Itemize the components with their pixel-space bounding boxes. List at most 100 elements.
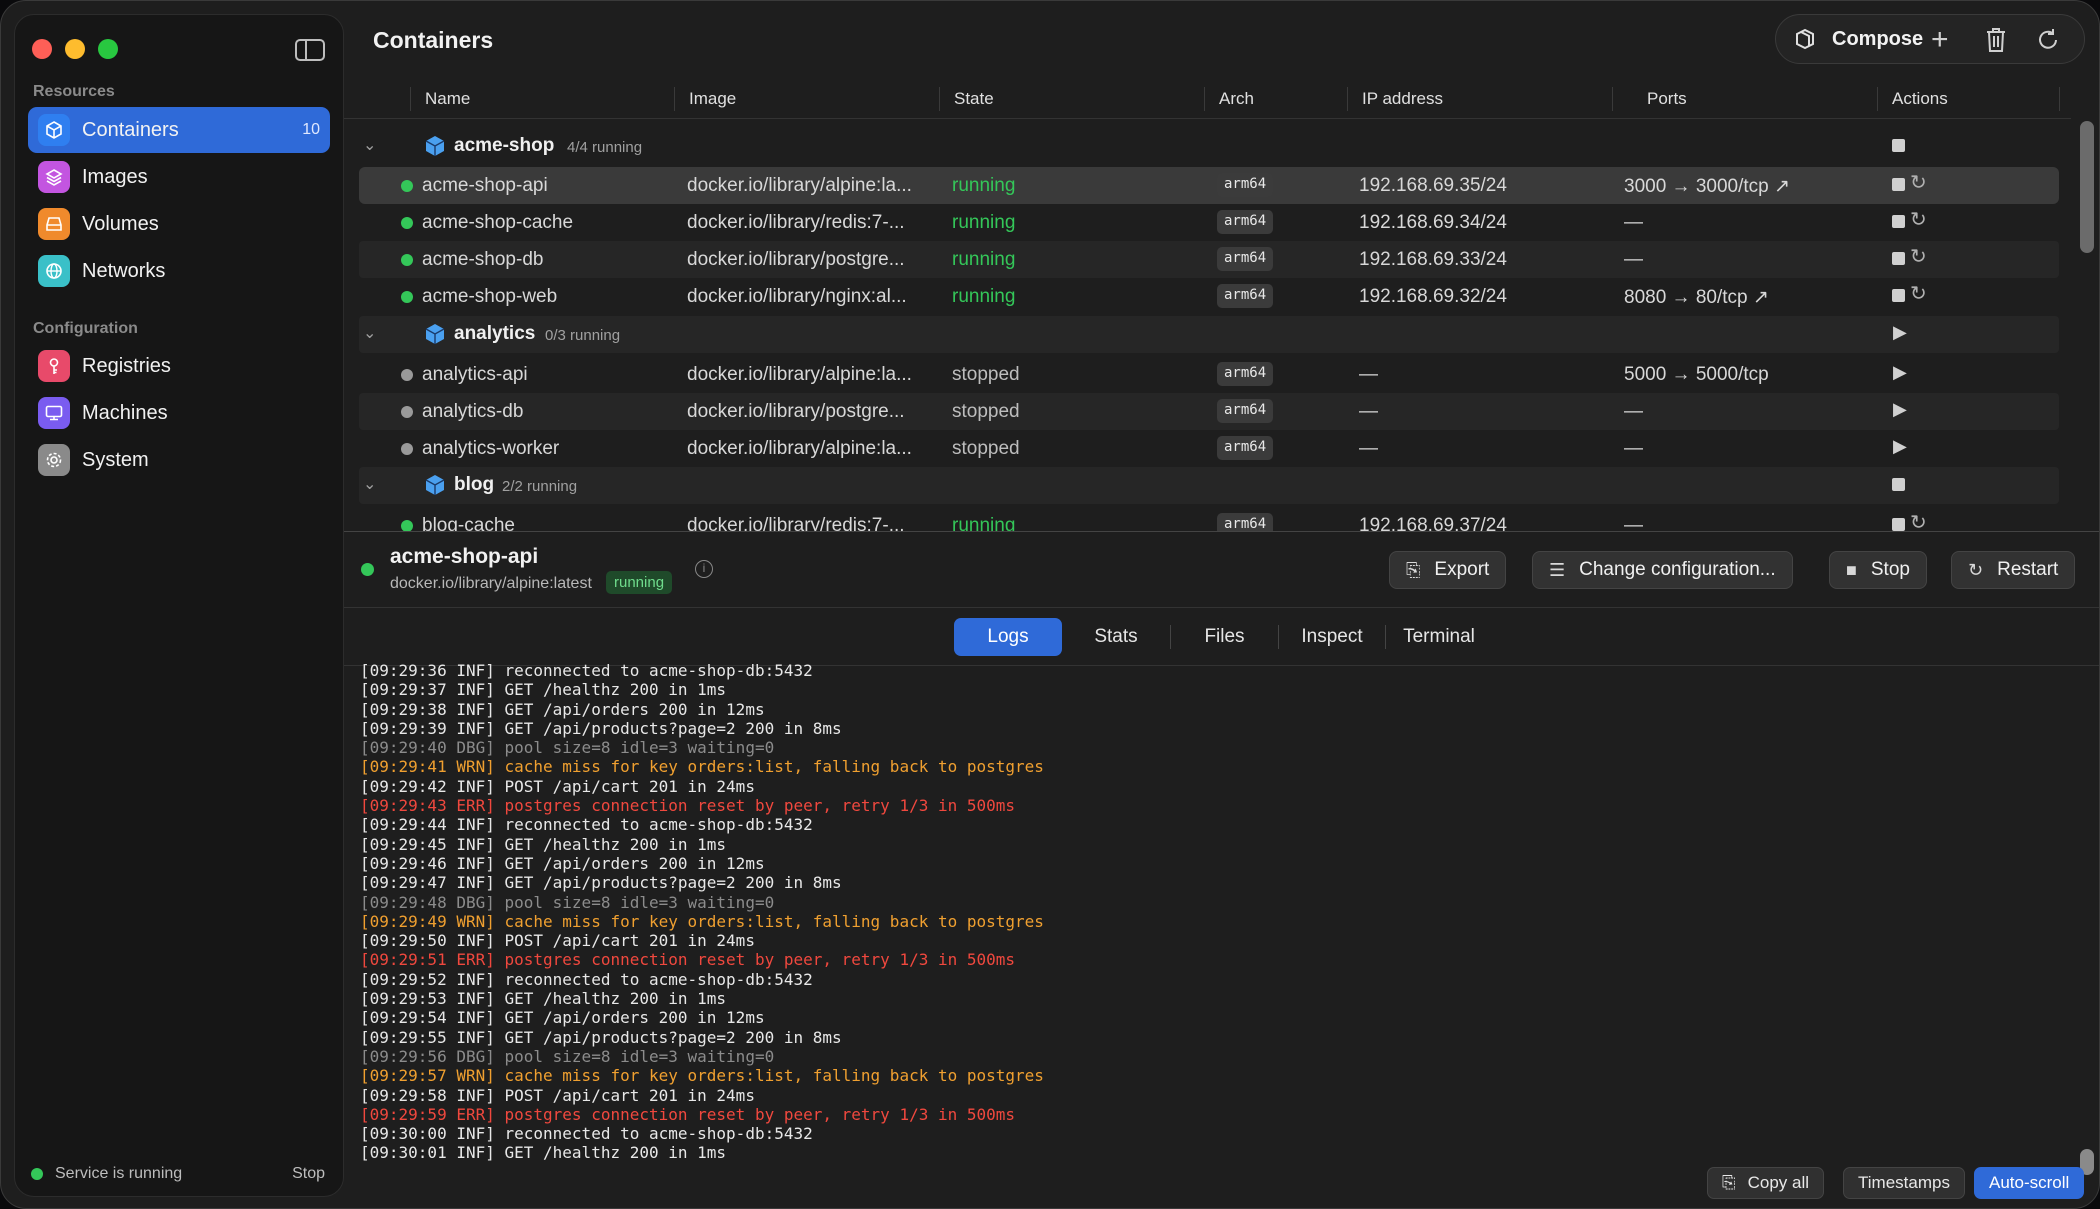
column-header-arch[interactable]: Arch xyxy=(1219,89,1254,109)
compose-button[interactable]: Compose xyxy=(1776,26,1923,52)
play-group-icon[interactable]: ▶ xyxy=(1893,322,1907,343)
container-ports: — xyxy=(1624,212,1643,233)
column-header-name[interactable]: Name xyxy=(425,89,470,109)
zoom-window-button[interactable] xyxy=(98,39,118,59)
group-row-analytics[interactable]: ⌄ analytics 0/3 running ▶ xyxy=(359,316,2059,353)
play-icon[interactable]: ▶ xyxy=(1893,436,1907,457)
stop-button[interactable]: ■ Stop xyxy=(1829,551,1927,589)
drive-icon xyxy=(38,208,70,240)
restart-icon[interactable]: ↻ xyxy=(1910,510,1927,531)
sidebar-toggle-icon[interactable] xyxy=(295,39,325,61)
tab-stats[interactable]: Stats xyxy=(1062,618,1170,656)
restart-icon[interactable]: ↻ xyxy=(1910,170,1927,195)
column-header-image[interactable]: Image xyxy=(689,89,736,109)
service-stop-button[interactable]: Stop xyxy=(292,1165,325,1183)
stop-group-button[interactable] xyxy=(1892,139,1905,152)
export-button[interactable]: ⎘ Export xyxy=(1389,551,1507,589)
stop-container-button[interactable] xyxy=(1892,252,1905,265)
sidebar-item-registries[interactable]: Registries xyxy=(28,343,330,389)
sidebar-item-machines[interactable]: Machines xyxy=(28,390,330,436)
group-name: blog xyxy=(454,474,495,495)
restart-icon[interactable]: ↻ xyxy=(1910,244,1927,269)
add-icon[interactable]: + xyxy=(1931,23,1949,57)
sidebar-item-volumes[interactable]: Volumes xyxy=(28,201,330,247)
play-icon[interactable]: ▶ xyxy=(1893,399,1907,420)
stop-container-button[interactable] xyxy=(1892,178,1905,191)
sidebar-item-images[interactable]: Images xyxy=(28,154,330,200)
group-row-blog[interactable]: ⌄ blog 2/2 running xyxy=(359,467,2059,504)
restart-icon[interactable]: ↻ xyxy=(1910,281,1927,306)
container-image: docker.io/library/nginx:al... xyxy=(687,286,907,307)
arch-badge: arm64 xyxy=(1217,513,1274,531)
stop-group-button[interactable] xyxy=(1892,478,1905,491)
container-ip: — xyxy=(1359,364,1378,385)
stop-container-button[interactable] xyxy=(1892,518,1905,531)
container-ports-link[interactable]: 8080 → 80/tcp ↗ xyxy=(1624,286,1769,309)
sidebar-item-networks[interactable]: Networks xyxy=(28,248,330,294)
column-header-ports[interactable]: Ports xyxy=(1647,89,1687,109)
log-line: [09:29:40 DBG] pool size=8 idle=3 waitin… xyxy=(360,738,775,758)
log-line: [09:29:57 WRN] cache miss for key orders… xyxy=(360,1066,1044,1086)
group-row-acme-shop[interactable]: ⌄ acme-shop 4/4 running xyxy=(359,128,2059,165)
stop-label: Stop xyxy=(1870,559,1910,580)
sidebar-item-containers[interactable]: Containers 10 xyxy=(28,107,330,153)
stop-container-button[interactable] xyxy=(1892,215,1905,228)
restart-icon: ↻ xyxy=(1968,559,1984,580)
trash-icon[interactable] xyxy=(1984,27,2008,60)
status-dot xyxy=(401,520,413,531)
tab-terminal[interactable]: Terminal xyxy=(1386,618,1492,656)
info-icon[interactable]: i xyxy=(695,560,713,578)
copy-all-button[interactable]: ⎘ Copy all xyxy=(1707,1167,1825,1199)
pane-divider[interactable] xyxy=(344,531,2099,532)
column-header-ip[interactable]: IP address xyxy=(1362,89,1443,109)
sidebar-item-label: Networks xyxy=(82,259,166,282)
restart-icon[interactable]: ↻ xyxy=(1910,207,1927,232)
table-row[interactable]: analytics-worker docker.io/library/alpin… xyxy=(359,430,2059,467)
restart-button[interactable]: ↻ Restart xyxy=(1951,551,2076,589)
tab-files[interactable]: Files xyxy=(1171,618,1278,656)
tab-inspect[interactable]: Inspect xyxy=(1279,618,1385,656)
table-row[interactable]: acme-shop-cache docker.io/library/redis:… xyxy=(359,204,2059,241)
arch-badge: arm64 xyxy=(1217,284,1274,308)
sidebar-item-system[interactable]: System xyxy=(28,437,330,483)
log-line: [09:29:48 DBG] pool size=8 idle=3 waitin… xyxy=(360,892,775,912)
stop-container-button[interactable] xyxy=(1892,289,1905,302)
chevron-down-icon[interactable]: ⌄ xyxy=(363,135,376,155)
timestamps-toggle[interactable]: Timestamps xyxy=(1843,1167,1965,1199)
chevron-down-icon[interactable]: ⌄ xyxy=(363,474,376,494)
refresh-icon[interactable] xyxy=(2036,27,2060,60)
log-line: [09:29:43 ERR] postgres connection reset… xyxy=(360,796,1016,816)
table-row[interactable]: analytics-api docker.io/library/alpine:l… xyxy=(359,356,2059,393)
column-header-actions[interactable]: Actions xyxy=(1892,89,1948,109)
chevron-down-icon[interactable]: ⌄ xyxy=(363,323,376,343)
container-state: running xyxy=(952,286,1016,307)
table-row[interactable]: blog-cache docker.io/library/redis:7-...… xyxy=(359,507,2059,531)
table-row[interactable]: analytics-db docker.io/library/postgre..… xyxy=(359,393,2059,430)
change-configuration-button[interactable]: ☰ Change configuration... xyxy=(1532,551,1793,589)
arch-badge: arm64 xyxy=(1217,210,1274,234)
play-icon[interactable]: ▶ xyxy=(1893,362,1907,383)
container-image: docker.io/library/alpine:la... xyxy=(687,364,912,385)
log-output[interactable]: [09:29:36 INF] reconnected to acme-shop-… xyxy=(360,661,2060,1161)
container-ports-link[interactable]: 3000 → 3000/tcp ↗ xyxy=(1624,175,1790,198)
close-window-button[interactable] xyxy=(32,39,52,59)
minimize-window-button[interactable] xyxy=(65,39,85,59)
container-state: stopped xyxy=(952,401,1020,422)
column-header-state[interactable]: State xyxy=(954,89,994,109)
container-ports: — xyxy=(1624,249,1643,270)
table-row[interactable]: acme-shop-api docker.io/library/alpine:l… xyxy=(359,167,2059,204)
divider xyxy=(344,607,2099,608)
compose-icon xyxy=(1796,28,1814,50)
table-row[interactable]: acme-shop-db docker.io/library/postgre..… xyxy=(359,241,2059,278)
container-ip: 192.168.69.34/24 xyxy=(1359,212,1507,233)
container-state: running xyxy=(952,515,1016,531)
container-ports: — xyxy=(1624,401,1643,422)
table-scrollbar[interactable] xyxy=(2080,121,2094,253)
log-line: [09:29:46 INF] GET /api/orders 200 in 12… xyxy=(360,853,765,873)
auto-scroll-toggle[interactable]: Auto-scroll xyxy=(1974,1167,2085,1199)
tab-logs[interactable]: Logs xyxy=(954,618,1062,656)
container-image: docker.io/library/postgre... xyxy=(687,249,905,270)
table-row[interactable]: acme-shop-web docker.io/library/nginx:al… xyxy=(359,278,2059,315)
container-name: analytics-db xyxy=(422,401,524,422)
container-image: docker.io/library/alpine:la... xyxy=(687,175,912,196)
